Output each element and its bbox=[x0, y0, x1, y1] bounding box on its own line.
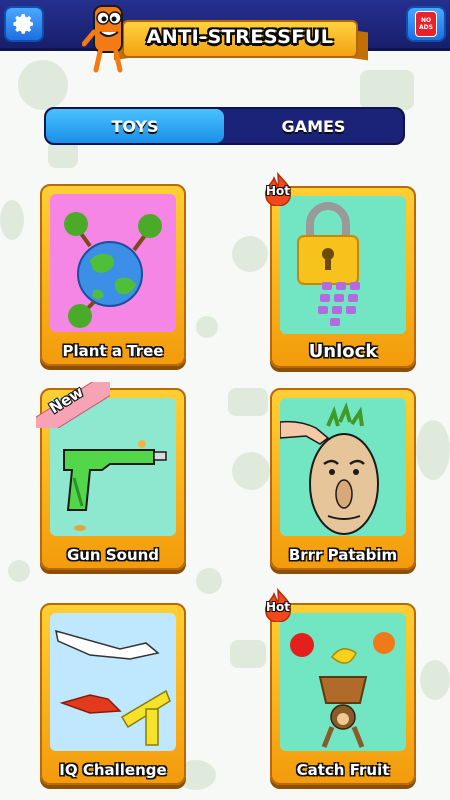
card-label: Catch Fruit bbox=[296, 761, 390, 779]
hot-badge: Hot bbox=[262, 171, 294, 207]
hot-badge: Hot bbox=[262, 587, 294, 623]
card-label: Brrr Patabim bbox=[288, 546, 398, 564]
new-badge: New bbox=[36, 382, 110, 428]
tab-toys[interactable]: TOYS bbox=[46, 109, 224, 143]
game-card-iq-challenge[interactable]: IQ Challenge bbox=[40, 603, 186, 785]
settings-button[interactable] bbox=[4, 6, 44, 42]
card-label: Plant a Tree bbox=[62, 342, 164, 360]
game-card-catch-fruit[interactable]: Catch Fruit bbox=[270, 603, 416, 785]
game-card-brrr-patabim[interactable]: Brrr Patabim bbox=[270, 388, 416, 570]
unlock-thumbnail bbox=[280, 196, 406, 334]
brrr-patabim-thumbnail bbox=[280, 398, 406, 536]
no-ads-icon: NO ADS bbox=[415, 11, 437, 37]
card-label: IQ Challenge bbox=[59, 761, 167, 779]
tab-games[interactable]: GAMES bbox=[224, 109, 403, 143]
game-card-unlock[interactable]: Unlock bbox=[270, 186, 416, 368]
no-ads-button[interactable]: NO ADS bbox=[406, 6, 446, 42]
plant-a-tree-thumbnail bbox=[50, 194, 176, 332]
iq-challenge-thumbnail bbox=[50, 613, 176, 751]
gear-icon bbox=[13, 14, 33, 34]
app-title: ANTI-STRESSFUL bbox=[146, 26, 334, 48]
mascot-icon bbox=[82, 5, 123, 73]
catch-fruit-thumbnail bbox=[280, 613, 406, 751]
card-label: Gun Sound bbox=[66, 546, 160, 564]
card-label: Unlock bbox=[308, 341, 378, 362]
category-tabs: TOYS GAMES bbox=[44, 107, 405, 145]
title-banner: ANTI-STRESSFUL bbox=[114, 16, 368, 66]
game-card-plant-a-tree[interactable]: Plant a Tree bbox=[40, 184, 186, 366]
